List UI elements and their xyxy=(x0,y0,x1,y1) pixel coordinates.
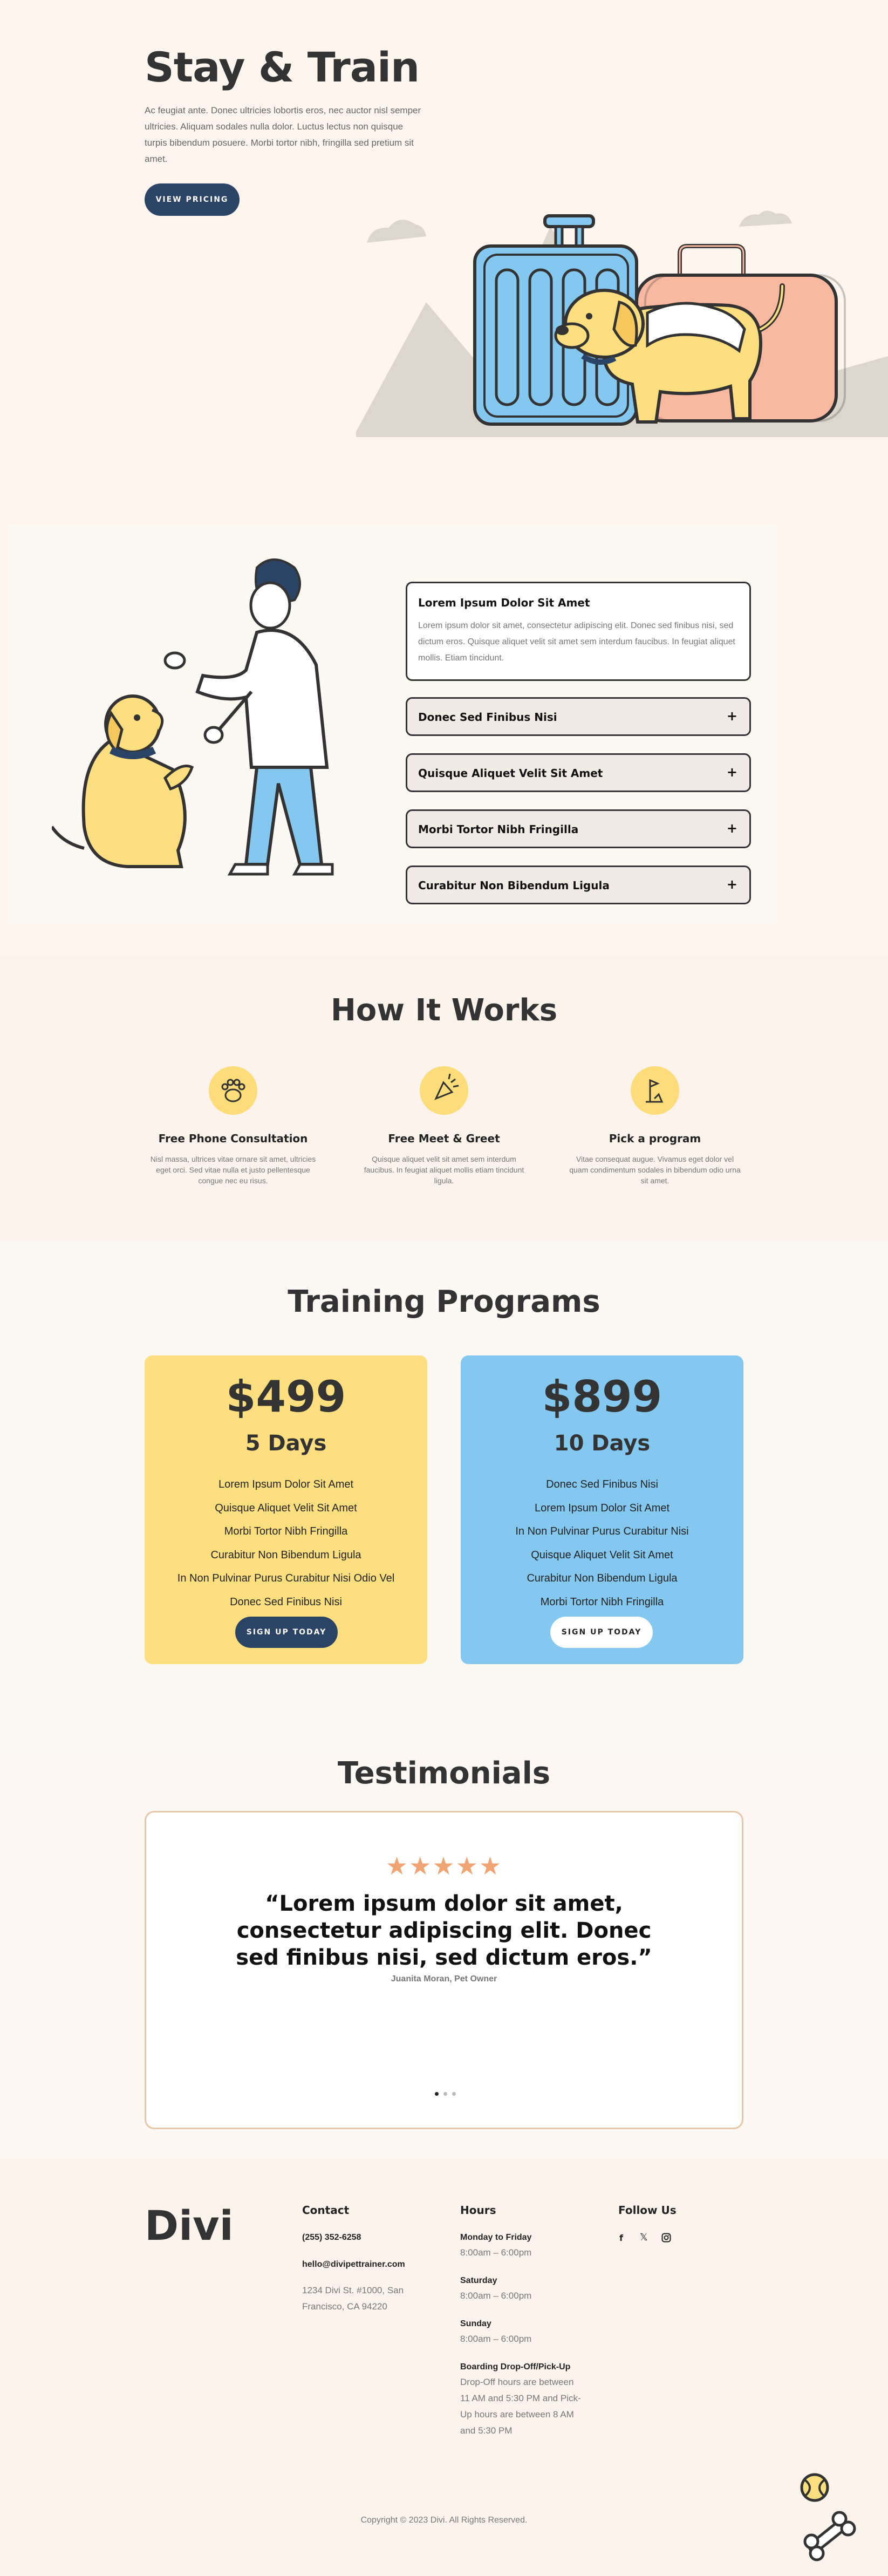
view-pricing-button[interactable]: VIEW PRICING xyxy=(145,183,240,216)
feature-item: Curabitur Non Bibendum Ligula xyxy=(210,1549,361,1561)
sign-up-button[interactable]: SIGN UP TODAY xyxy=(235,1617,338,1648)
how-it-works-section: How It Works Free Phone Consultation Nis… xyxy=(0,955,888,1241)
accordion-open-text: Lorem ipsum dolor sit amet, consectetur … xyxy=(418,621,735,663)
feature-item: Donec Sed Finibus Nisi xyxy=(230,1596,342,1608)
feature-item: Lorem Ipsum Dolor Sit Amet xyxy=(218,1478,354,1490)
footer: Divi Contact (255) 352-6258 hello@divipe… xyxy=(0,2158,888,2576)
testimonials-section: Testimonials ★★★★★ “Lorem ipsum dolor si… xyxy=(0,1754,888,2158)
accordion-title: Donec Sed Finibus Nisi xyxy=(418,711,557,724)
hero-description: Ac feugiat ante. Donec ultricies loborti… xyxy=(145,105,421,164)
testimonial-quote: “Lorem ipsum dolor sit amet, consectetur… xyxy=(236,1891,652,1970)
section-title: How It Works xyxy=(330,993,558,1028)
accordion-title: Morbi Tortor Nibh Fringilla xyxy=(418,823,579,836)
plus-icon: + xyxy=(726,821,737,836)
contact-email[interactable]: hello@divipettrainer.com xyxy=(302,2260,405,2270)
accordion-item-1[interactable]: Donec Sed Finibus Nisi + xyxy=(406,697,751,736)
accordion-item-4[interactable]: Curabitur Non Bibendum Ligula + xyxy=(406,866,751,904)
instagram-icon[interactable] xyxy=(661,2233,671,2243)
follow-heading: Follow Us xyxy=(618,2204,677,2217)
accordion-title: Quisque Aliquet Velit Sit Amet xyxy=(418,767,603,780)
x-icon[interactable]: 𝕏 xyxy=(640,2232,648,2243)
accordion-item-3[interactable]: Morbi Tortor Nibh Fringilla + xyxy=(406,809,751,848)
hours-value: 8:00am – 6:00pm xyxy=(460,2291,532,2301)
copyright-text: Copyright © 2023 Divi. All Rights Reserv… xyxy=(360,2516,528,2525)
feature-item: Morbi Tortor Nibh Fringilla xyxy=(224,1525,348,1537)
step-text: Nisl massa, ultrices vitae ornare sit am… xyxy=(150,1155,316,1185)
testimonial-author: Juanita Moran, Pet Owner xyxy=(391,1974,497,1984)
feature-item: Morbi Tortor Nibh Fringilla xyxy=(540,1596,664,1608)
hours-label: Sunday xyxy=(460,2319,491,2328)
footer-logo[interactable]: Divi xyxy=(145,2202,234,2250)
feature-item: Lorem Ipsum Dolor Sit Amet xyxy=(534,1502,670,1514)
step-text: Quisque aliquet velit sit amet sem inter… xyxy=(364,1155,524,1185)
slider-dot-active[interactable] xyxy=(435,2092,439,2096)
step-text: Vitae consequat augue. Vivamus eget dolo… xyxy=(569,1155,741,1185)
feature-item: Quisque Aliquet Velit Sit Amet xyxy=(215,1502,357,1514)
step-title: Free Meet & Greet xyxy=(388,1132,500,1145)
hero-title: Stay & Train xyxy=(145,43,420,91)
pricing-section: Training Programs $499 5 Days Lorem Ipsu… xyxy=(0,1241,888,1754)
paw-icon xyxy=(209,1066,257,1115)
sign-up-button[interactable]: SIGN UP TODAY xyxy=(550,1617,653,1648)
plan-duration: 10 Days xyxy=(554,1431,651,1456)
luggage-dog-illustration xyxy=(356,210,888,437)
feature-item: Quisque Aliquet Velit Sit Amet xyxy=(531,1549,673,1561)
treat-icon xyxy=(420,1066,468,1115)
feature-item: In Non Pulvinar Purus Curabitur Nisi xyxy=(515,1525,689,1537)
hours-label: Monday to Friday xyxy=(460,2233,532,2242)
plan-price: $899 xyxy=(542,1372,662,1422)
slider-dot[interactable] xyxy=(443,2092,447,2096)
accordion-item-2[interactable]: Quisque Aliquet Velit Sit Amet + xyxy=(406,753,751,792)
testimonial-slider: ★★★★★ “Lorem ipsum dolor sit amet, conse… xyxy=(145,1811,743,2129)
hours-heading: Hours xyxy=(460,2204,496,2217)
feature-item: Donec Sed Finibus Nisi xyxy=(546,1478,658,1490)
contact-address: 1234 Divi St. #1000, San Francisco, CA 9… xyxy=(302,2285,404,2312)
plan-features: Donec Sed Finibus Nisi Lorem Ipsum Dolor… xyxy=(461,1473,743,1614)
accordion-title: Curabitur Non Bibendum Ligula xyxy=(418,879,610,892)
hero-section: Stay & Train Ac feugiat ante. Donec ultr… xyxy=(0,0,888,507)
ball-bone-decoration xyxy=(800,2473,856,2561)
feature-item: In Non Pulvinar Purus Curabitur Nisi Odi… xyxy=(177,1572,395,1584)
plan-duration: 5 Days xyxy=(245,1431,327,1456)
slider-dot[interactable] xyxy=(452,2092,456,2096)
faq-section: Lorem Ipsum Dolor Sit Amet Lorem ipsum d… xyxy=(9,524,777,924)
plus-icon: + xyxy=(726,877,737,892)
contact-heading: Contact xyxy=(302,2204,350,2217)
hours-value: 8:00am – 6:00pm xyxy=(460,2247,532,2258)
facebook-icon[interactable]: f xyxy=(619,2233,623,2243)
star-rating: ★★★★★ xyxy=(385,1851,503,1880)
plan-price: $499 xyxy=(226,1372,346,1422)
contact-phone[interactable]: (255) 352-6258 xyxy=(302,2233,361,2243)
feature-item: Curabitur Non Bibendum Ligula xyxy=(527,1572,678,1584)
plus-icon: + xyxy=(726,708,737,724)
accordion-open-title: Lorem Ipsum Dolor Sit Amet xyxy=(418,596,590,609)
hours-value: Drop-Off hours are between 11 AM and 5:3… xyxy=(460,2377,581,2436)
plan-features: Lorem Ipsum Dolor Sit Amet Quisque Aliqu… xyxy=(145,1473,427,1614)
hours-label: Boarding Drop-Off/Pick-Up xyxy=(460,2362,571,2371)
pricing-card-10-days: $899 10 Days Donec Sed Finibus Nisi Lore… xyxy=(461,1355,743,1664)
section-title: Training Programs xyxy=(288,1284,600,1319)
flag-icon xyxy=(631,1066,679,1115)
hours-label: Saturday xyxy=(460,2276,497,2285)
hours-value: 8:00am – 6:00pm xyxy=(460,2334,532,2344)
trainer-dog-illustration xyxy=(52,558,334,876)
section-title: Testimonials xyxy=(337,1756,551,1791)
step-title: Free Phone Consultation xyxy=(158,1132,308,1145)
step-title: Pick a program xyxy=(609,1132,701,1145)
accordion-item-open[interactable]: Lorem Ipsum Dolor Sit Amet Lorem ipsum d… xyxy=(406,582,751,681)
plus-icon: + xyxy=(726,765,737,780)
pricing-card-5-days: $499 5 Days Lorem Ipsum Dolor Sit Amet Q… xyxy=(145,1355,427,1664)
